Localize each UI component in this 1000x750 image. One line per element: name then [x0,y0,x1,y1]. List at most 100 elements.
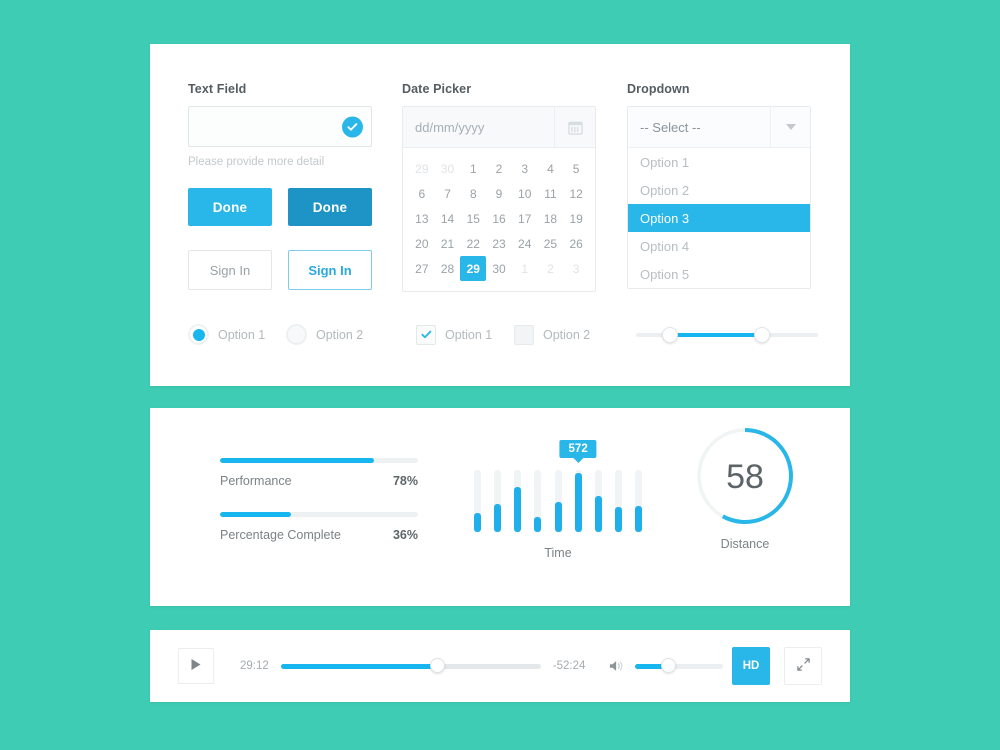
calendar-day[interactable]: 28 [435,256,461,281]
calendar-day[interactable]: 25 [538,231,564,256]
bar-chart-column[interactable] [635,470,642,532]
date-picker-column: Date Picker dd/mm/yyyy 29 30 1 2 3 4 5 6 7 [402,82,596,292]
dropdown-header[interactable]: -- Select -- [628,107,810,148]
calendar-day[interactable]: 10 [512,181,538,206]
calendar-day[interactable]: 22 [460,231,486,256]
dropdown-option-2[interactable]: Option 2 [628,176,810,204]
calendar-day[interactable]: 20 [409,231,435,256]
seek-handle[interactable] [429,658,445,673]
calendar-day[interactable]: 17 [512,206,538,231]
range-slider[interactable] [636,325,818,345]
checkbox-option-1[interactable]: Option 1 [416,324,514,345]
calendar-day[interactable]: 4 [538,156,564,181]
calendar-day[interactable]: 24 [512,231,538,256]
calendar-day[interactable]: 29 [409,156,435,181]
bar-chart-column[interactable] [554,470,562,532]
gauge-svg: 58 [697,428,793,524]
gauge-label: Distance [720,537,770,551]
calendar-day[interactable]: 2 [538,256,564,281]
seek-fill [280,664,437,669]
checkbox-label-1: Option 1 [445,327,493,342]
calendar-day[interactable]: 13 [409,206,435,231]
bar-chart-value [635,505,642,532]
done-button-row: Done Done [188,188,372,226]
calendar-day[interactable]: 12 [563,181,589,206]
calendar-icon[interactable] [554,107,595,147]
play-button[interactable] [178,648,214,684]
bar-chart-value [574,473,582,532]
dropdown-option-4[interactable]: Option 4 [628,232,810,260]
dropdown-option-5[interactable]: Option 5 [628,260,810,288]
volume-slider[interactable] [635,658,724,674]
svg-text:58: 58 [726,458,764,496]
done-button-dark[interactable]: Done [288,188,372,226]
calendar-day[interactable]: 9 [486,181,512,206]
text-field-wrapper [188,106,372,147]
calendar-day[interactable]: 7 [435,181,461,206]
done-button[interactable]: Done [188,188,272,226]
bar-chart-column[interactable] [594,470,602,532]
bar-chart-column[interactable] [614,470,622,532]
range-slider-handle-high[interactable] [754,326,770,343]
bar-chart-value [474,513,481,532]
calendar-day[interactable]: 30 [486,256,512,281]
signin-button-blue[interactable]: Sign In [288,250,372,290]
calendar-day[interactable]: 16 [486,206,512,231]
calendar-day[interactable]: 30 [435,156,461,181]
dropdown-option-1[interactable]: Option 1 [628,148,810,176]
calendar-day[interactable]: 6 [409,181,435,206]
dropdown-option-3[interactable]: Option 3 [628,204,810,232]
calendar-day[interactable]: 14 [435,206,461,231]
bar-chart-column[interactable] [574,470,582,532]
calendar-day[interactable]: 23 [486,231,512,256]
chevron-down-icon[interactable] [770,107,810,147]
calendar-day[interactable]: 21 [435,231,461,256]
radio-option-2[interactable]: Option 2 [286,324,416,345]
calendar-day[interactable]: 2 [486,156,512,181]
progress-fill [220,512,292,517]
volume-handle[interactable] [661,658,677,673]
bar-chart-column[interactable] [494,470,502,532]
calendar-day[interactable]: 27 [409,256,435,281]
calendar-day[interactable]: 5 [563,156,589,181]
text-field-label: Text Field [188,82,247,96]
gauge-chart: 58 Distance [670,424,820,551]
bar-chart-bars [468,470,648,532]
checkbox-icon-checked[interactable] [416,324,436,345]
calendar-day[interactable]: 1 [460,156,486,181]
progress-fill [220,458,375,463]
calendar-day[interactable]: 26 [563,231,589,256]
media-player-panel: 29:12 -52:24 HD [150,630,850,702]
calendar-day[interactable]: 3 [563,256,589,281]
bar-chart-column[interactable] [474,470,481,532]
controls-row: Option 1 Option 2 Option 1 Option 2 [188,324,818,345]
calendar-day[interactable]: 3 [512,156,538,181]
signin-button-grey[interactable]: Sign In [188,250,272,290]
bar-chart-value [494,504,502,532]
checkbox-option-2[interactable]: Option 2 [514,324,590,345]
calendar-day[interactable]: 11 [538,181,564,206]
calendar-day[interactable]: 8 [460,181,486,206]
dropdown-column: Dropdown -- Select -- Option 1 Option 2 Op… [627,82,811,289]
radio-option-1[interactable]: Option 1 [188,324,286,345]
seek-bar[interactable] [280,658,541,674]
screen: Text Field Please provide more detail Do… [0,0,1000,750]
calendar-day[interactable]: 15 [460,206,486,231]
hd-button[interactable]: HD [732,647,770,685]
date-picker-label: Date Picker [402,82,472,96]
calendar-day-selected[interactable]: 29 [460,256,487,281]
calendar-day[interactable]: 19 [563,206,589,231]
radio-icon-unchecked[interactable] [286,324,307,345]
fullscreen-button[interactable] [784,647,822,685]
calendar-day[interactable]: 18 [538,206,564,231]
date-picker-header: dd/mm/yyyy [403,107,595,148]
radio-icon-checked[interactable] [188,324,209,345]
range-slider-handle-low[interactable] [662,326,678,343]
date-picker-input[interactable]: dd/mm/yyyy [403,107,554,147]
bar-chart-column[interactable] [514,470,522,532]
calendar-day[interactable]: 1 [512,256,538,281]
player-controls: 29:12 -52:24 HD [150,630,850,702]
bar-chart-column[interactable] [534,470,542,532]
checkbox-icon-unchecked[interactable] [514,324,534,345]
volume-icon[interactable] [609,659,625,673]
